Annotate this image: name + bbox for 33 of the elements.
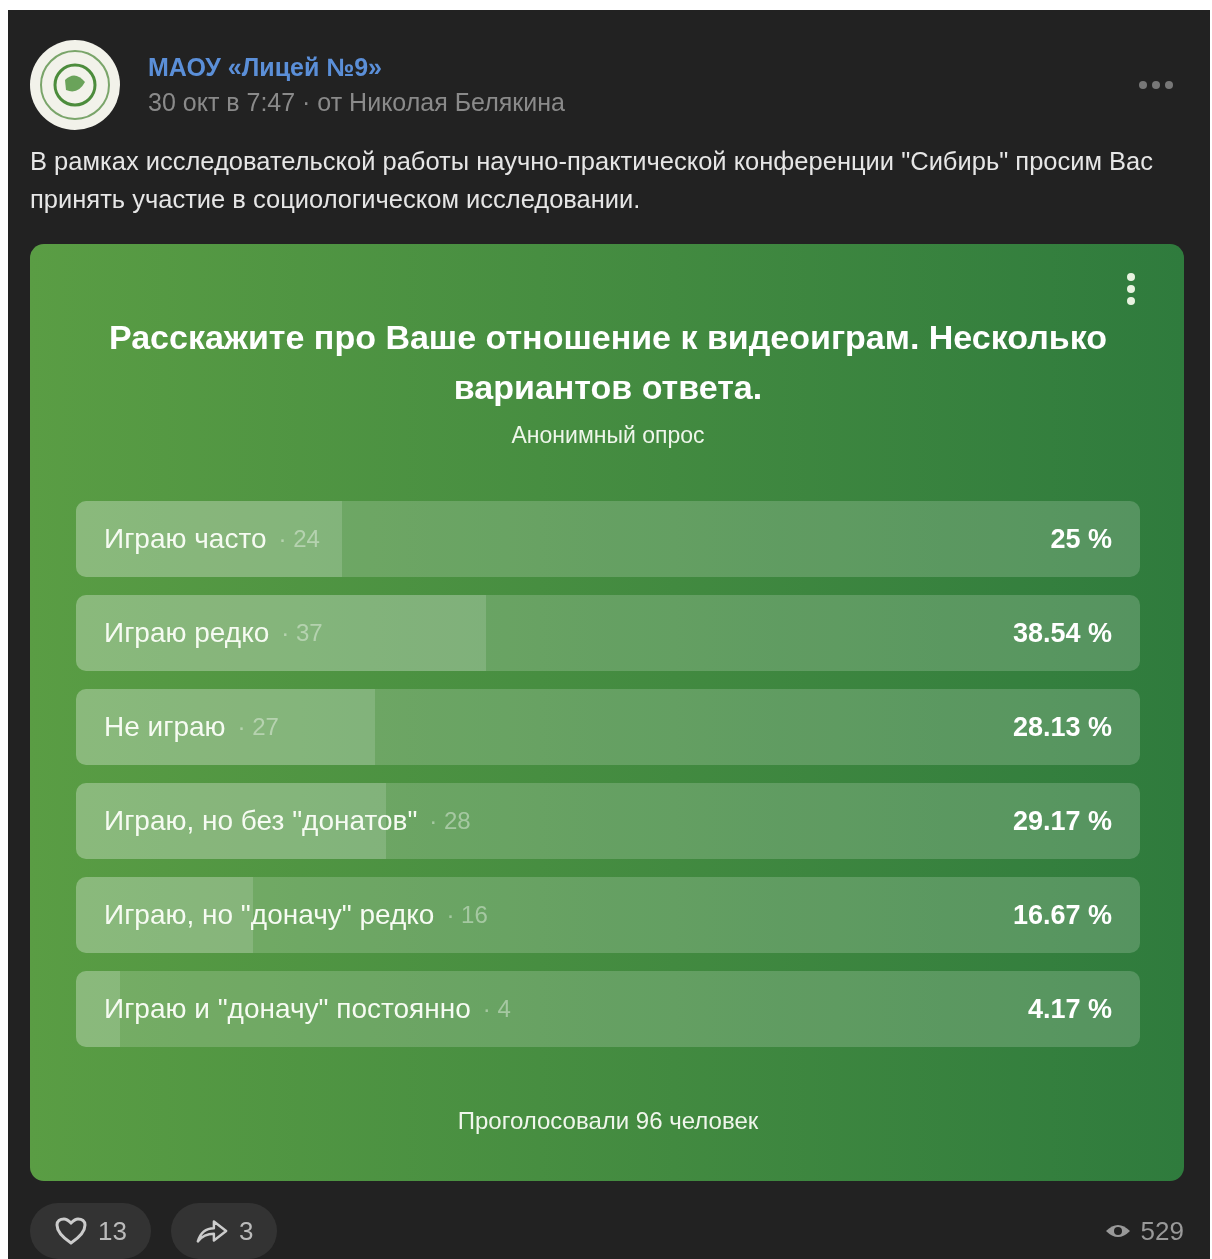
option-percent: 25 % <box>1050 523 1112 555</box>
heart-icon <box>54 1217 88 1245</box>
option-label: Не играю <box>104 711 226 743</box>
poll-option[interactable]: Играю и "доначу" постоянно · 4 4.17 % <box>76 971 1140 1047</box>
post-meta: 30 окт в 7:47 · от Николая Белякина <box>148 88 566 117</box>
poll-subtitle: Анонимный опрос <box>510 422 706 449</box>
author-name[interactable]: МАОУ «Лицей №9» <box>148 53 1138 82</box>
more-icon[interactable] <box>1138 80 1174 90</box>
option-label: Играю редко <box>104 617 270 649</box>
post-text: В рамках исследовательской работы научно-практической конференции "Сибирь" просим Вас принять участие в социологическом исследовании. <box>30 146 1155 215</box>
poll-title: Расскажите про Ваше отношение к видеоиграм. Несколько вариантов ответа. <box>107 317 1109 408</box>
like-button[interactable]: 13 <box>30 1203 151 1259</box>
option-label: Играю часто <box>104 523 267 555</box>
eye-icon <box>1104 1222 1131 1240</box>
option-percent: 28.13 % <box>1012 711 1112 743</box>
share-arrow-icon <box>194 1217 229 1245</box>
poll-option[interactable]: Играю, но "доначу" редко · 16 16.67 % <box>76 877 1140 953</box>
avatar-logo-icon[interactable] <box>30 40 120 130</box>
view-count: 529 <box>1140 1215 1184 1247</box>
option-label: Играю и "доначу" постоянно <box>104 993 471 1025</box>
option-percent: 29.17 % <box>1012 805 1112 837</box>
poll-voters: Проголосовали 96 человек <box>456 1107 760 1136</box>
option-percent: 16.67 % <box>1012 899 1112 931</box>
share-button[interactable]: 3 <box>170 1203 278 1259</box>
option-label: Играю, но "доначу" редко <box>104 899 435 931</box>
option-percent: 38.54 % <box>1012 617 1112 649</box>
option-count: · 16 <box>446 901 489 929</box>
poll-option[interactable]: Играю, но без "донатов" · 28 29.17 % <box>76 783 1140 859</box>
option-count: · 28 <box>429 807 472 835</box>
more-vertical-icon[interactable] <box>1126 272 1136 306</box>
option-percent: 4.17 % <box>1027 993 1112 1025</box>
option-count: · 4 <box>482 995 512 1023</box>
option-label: Играю, но без "донатов" <box>104 805 418 837</box>
